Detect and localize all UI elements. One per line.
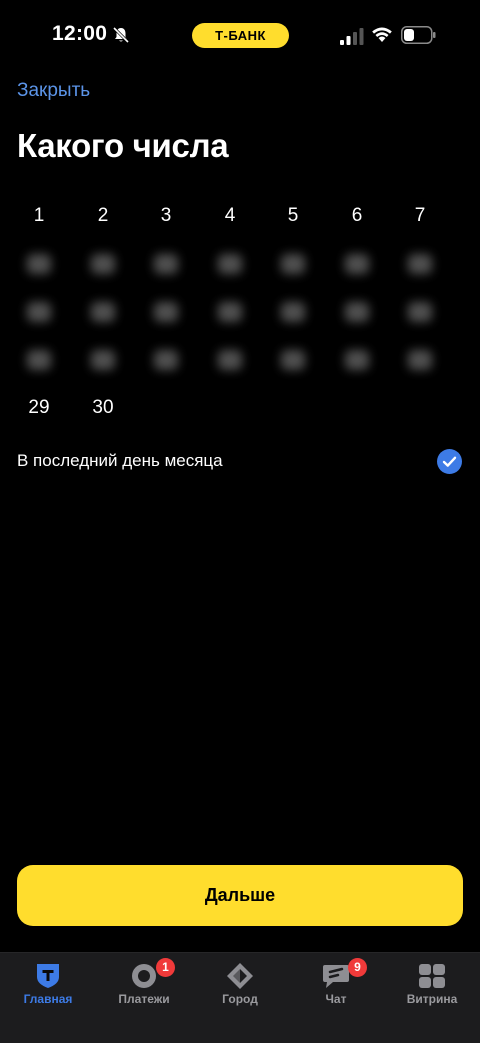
bell-off-icon xyxy=(112,26,130,44)
wifi-icon xyxy=(372,27,392,42)
blur-mask xyxy=(27,350,51,370)
payments-badge: 1 xyxy=(156,958,175,977)
day-cell[interactable]: 1 xyxy=(8,192,70,240)
day-cell[interactable]: 29 xyxy=(8,384,70,432)
blur-mask xyxy=(154,254,178,274)
blur-mask xyxy=(408,350,432,370)
blur-mask xyxy=(154,350,178,370)
day-cell[interactable]: 3 xyxy=(135,192,197,240)
blur-mask xyxy=(154,302,178,322)
day-cell[interactable]: 7 xyxy=(389,192,451,240)
blur-mask xyxy=(345,302,369,322)
day-cell-blurred[interactable] xyxy=(262,240,324,288)
day-row-blurred xyxy=(8,336,452,384)
day-cell[interactable]: 4 xyxy=(199,192,261,240)
day-row-blurred xyxy=(8,288,452,336)
blur-mask xyxy=(91,254,115,274)
blur-mask xyxy=(218,302,242,322)
tab-chat[interactable]: 9 Чат xyxy=(288,953,384,1023)
check-circle-icon[interactable] xyxy=(437,449,462,474)
tab-label: Платежи xyxy=(118,992,170,1006)
blur-mask xyxy=(91,302,115,322)
city-icon xyxy=(227,963,253,989)
day-cell-blurred[interactable] xyxy=(326,288,388,336)
tab-home[interactable]: Главная xyxy=(0,953,96,1023)
day-cell[interactable]: 2 xyxy=(72,192,134,240)
carrier-pill: Т-БАНК xyxy=(192,23,289,48)
day-cell-blurred[interactable] xyxy=(199,288,261,336)
battery-icon xyxy=(401,26,436,44)
day-row: 1 2 3 4 5 6 7 xyxy=(8,192,452,240)
cellular-signal-icon xyxy=(340,28,364,45)
blur-mask xyxy=(281,302,305,322)
day-cell-blurred[interactable] xyxy=(8,240,70,288)
day-cell-blurred[interactable] xyxy=(262,336,324,384)
status-time: 12:00 xyxy=(52,22,108,45)
tab-bar: Главная 1 Платежи Город 9 Чат Витрина xyxy=(0,952,480,1043)
chat-icon xyxy=(323,965,349,988)
day-cell-blurred[interactable] xyxy=(135,288,197,336)
last-day-label: В последний день месяца xyxy=(17,451,223,470)
tab-label: Чат xyxy=(325,992,347,1006)
day-cell-blurred[interactable] xyxy=(72,288,134,336)
day-cell-blurred[interactable] xyxy=(326,240,388,288)
day-cell-blurred[interactable] xyxy=(135,336,197,384)
tab-payments[interactable]: 1 Платежи xyxy=(96,953,192,1023)
blur-mask xyxy=(345,350,369,370)
chat-badge: 9 xyxy=(348,958,367,977)
day-cell[interactable]: 5 xyxy=(262,192,324,240)
day-cell[interactable]: 30 xyxy=(72,384,134,432)
day-cell-blurred[interactable] xyxy=(72,336,134,384)
day-cell-blurred[interactable] xyxy=(389,240,451,288)
blur-mask xyxy=(27,302,51,322)
day-grid: 1 2 3 4 5 6 7 29 30 xyxy=(8,192,452,432)
day-cell-blurred[interactable] xyxy=(8,288,70,336)
day-cell-blurred[interactable] xyxy=(262,288,324,336)
blur-mask xyxy=(218,350,242,370)
day-cell-blurred[interactable] xyxy=(8,336,70,384)
day-cell-blurred[interactable] xyxy=(135,240,197,288)
tab-label: Главная xyxy=(23,992,73,1006)
blur-mask xyxy=(281,350,305,370)
page-title: Какого числа xyxy=(17,127,229,164)
day-cell-blurred[interactable] xyxy=(389,288,451,336)
close-button[interactable]: Закрыть xyxy=(17,80,90,102)
day-cell[interactable]: 6 xyxy=(326,192,388,240)
day-cell-blurred[interactable] xyxy=(326,336,388,384)
last-day-option[interactable]: В последний день месяца xyxy=(17,444,463,478)
tab-showcase[interactable]: Витрина xyxy=(384,953,480,1023)
blur-mask xyxy=(281,254,305,274)
showcase-grid-icon xyxy=(419,964,445,988)
tab-label: Город xyxy=(222,992,258,1006)
day-cell-blurred[interactable] xyxy=(72,240,134,288)
next-button[interactable]: Дальше xyxy=(17,865,463,926)
day-cell-blurred[interactable] xyxy=(199,336,261,384)
day-row-blurred xyxy=(8,240,452,288)
blur-mask xyxy=(408,254,432,274)
home-shield-icon xyxy=(37,964,59,988)
blur-mask xyxy=(345,254,369,274)
status-bar: 12:00 Т-БАНК xyxy=(0,0,480,70)
day-cell-blurred[interactable] xyxy=(389,336,451,384)
blur-mask xyxy=(218,254,242,274)
tab-city[interactable]: Город xyxy=(192,953,288,1023)
blur-mask xyxy=(408,302,432,322)
blur-mask xyxy=(91,350,115,370)
day-cell-blurred[interactable] xyxy=(199,240,261,288)
day-row: 29 30 xyxy=(8,384,452,432)
blur-mask xyxy=(27,254,51,274)
payments-icon xyxy=(132,964,156,988)
tab-label: Витрина xyxy=(406,992,458,1006)
